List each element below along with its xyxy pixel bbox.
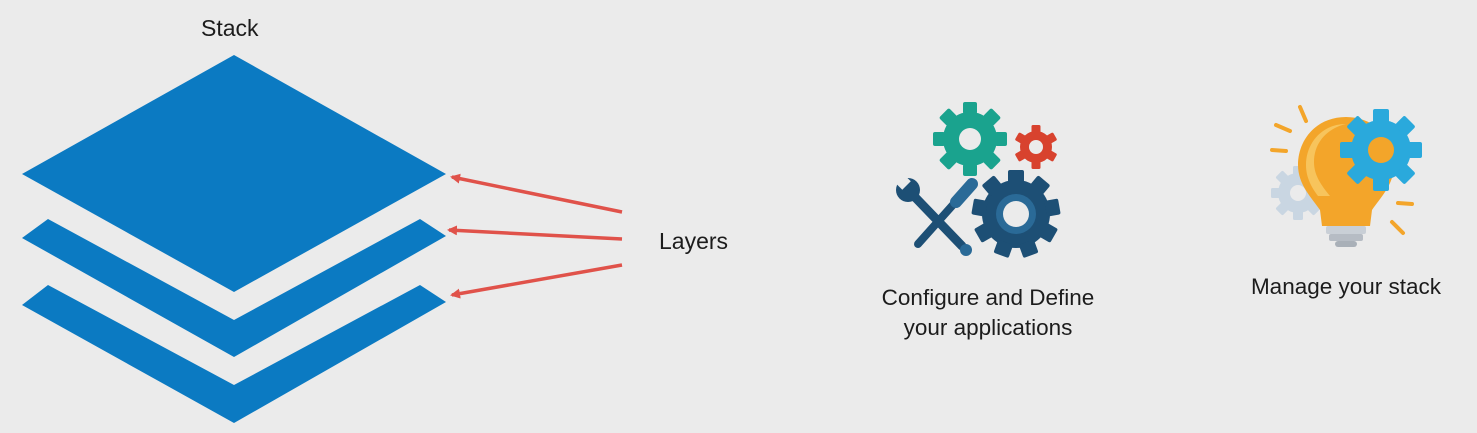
configure-caption-line1: Configure and Define	[881, 285, 1095, 310]
configure-caption-line2: your applications	[903, 315, 1073, 340]
layers-label: Layers	[659, 228, 729, 254]
arrow-to-top-layer	[450, 173, 623, 214]
stack-title: Stack	[201, 15, 259, 41]
configure-caption: Configure and Define your applications	[848, 283, 1128, 343]
stack-diagram	[22, 55, 1422, 423]
arrow-to-middle-layer	[447, 225, 623, 241]
gears-tools-icon	[895, 102, 1061, 258]
arrow-to-bottom-layer	[450, 263, 623, 299]
manage-caption: Manage your stack	[1250, 274, 1442, 299]
lightbulb-gear-icon	[1270, 105, 1422, 247]
